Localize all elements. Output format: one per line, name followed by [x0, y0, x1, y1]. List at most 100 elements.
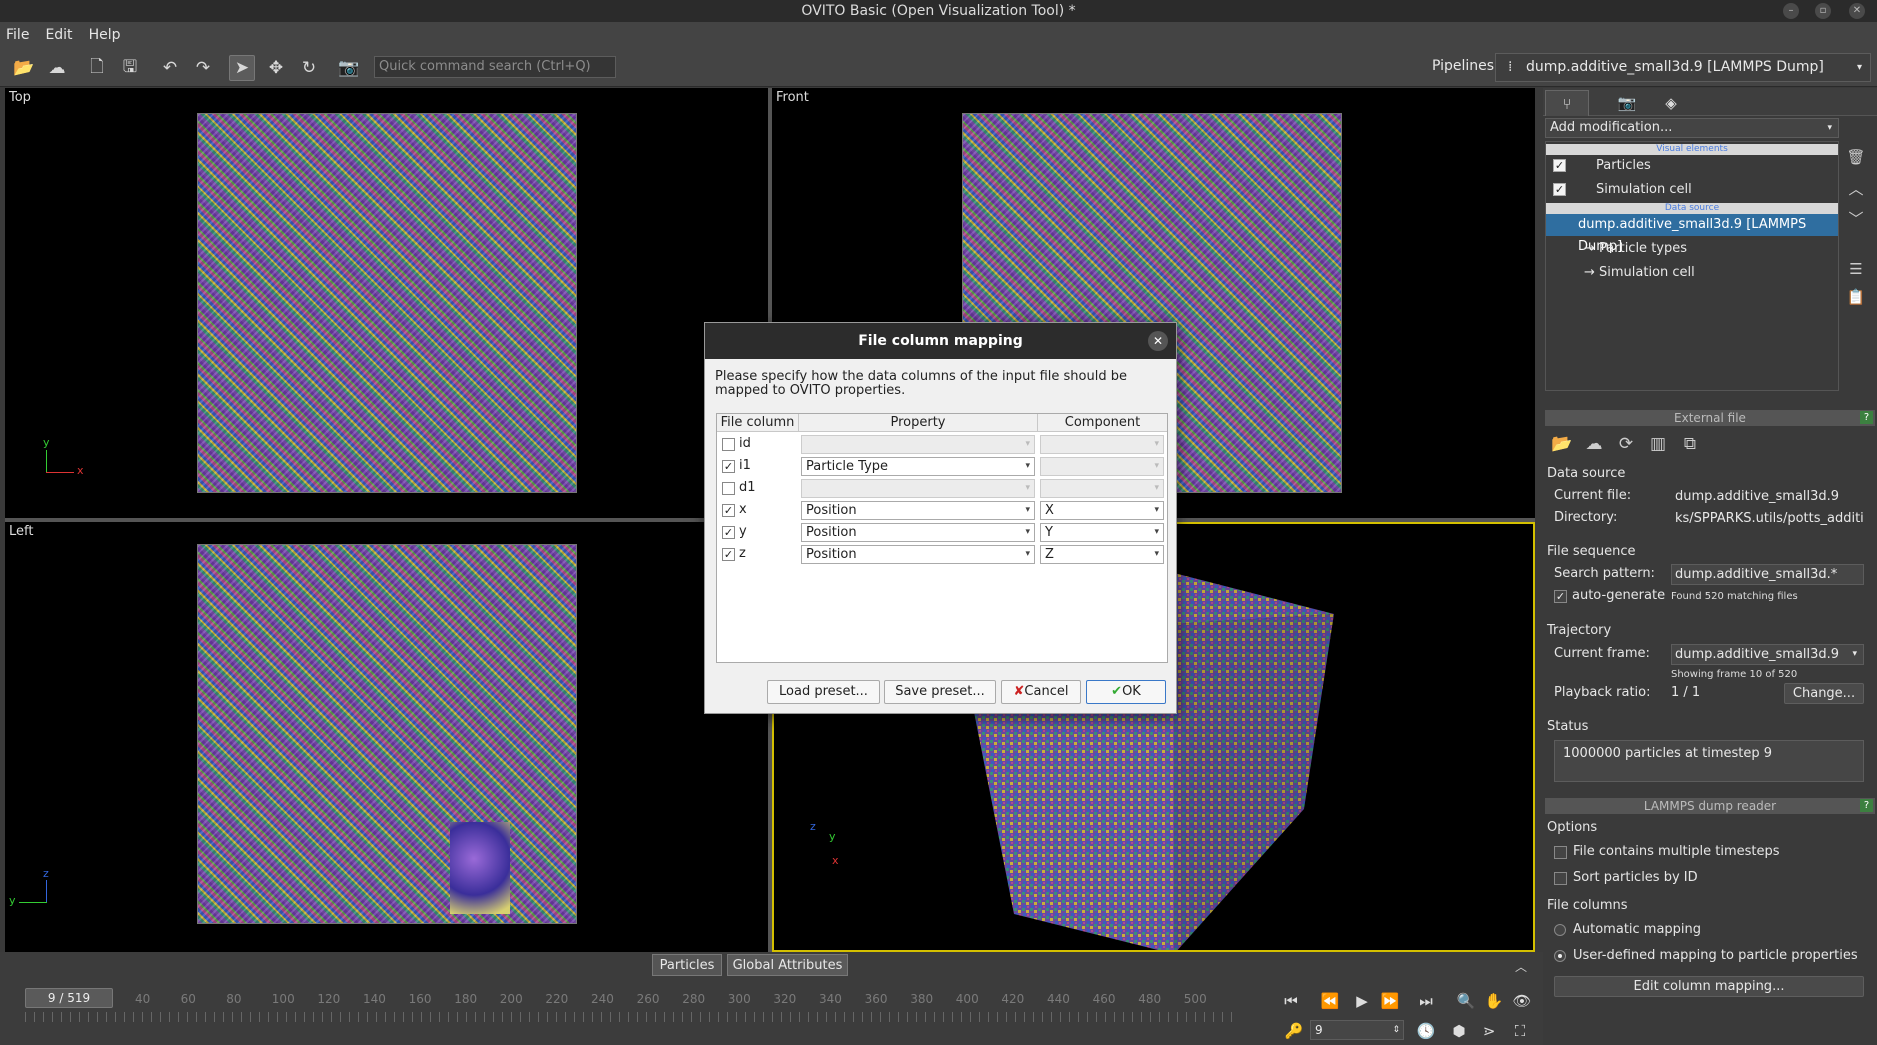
render-tab-icon[interactable]: 📷: [1605, 90, 1649, 116]
menu-edit[interactable]: Edit: [45, 27, 72, 43]
header-component[interactable]: Component: [1038, 414, 1167, 432]
help-icon[interactable]: ?: [1860, 799, 1873, 812]
time-ruler[interactable]: [25, 1012, 1235, 1022]
viewport-label[interactable]: Front: [776, 90, 809, 105]
move-up-icon[interactable]: ︿: [1845, 178, 1867, 200]
move-down-icon[interactable]: ﹀: [1845, 208, 1867, 230]
menu-help[interactable]: Help: [89, 27, 121, 43]
tab-particles[interactable]: Particles: [652, 954, 722, 976]
column-checkbox[interactable]: ✓: [722, 460, 735, 473]
multiple-timesteps-checkbox[interactable]: [1554, 846, 1567, 859]
property-combo[interactable]: Position ▾: [801, 523, 1035, 542]
column-checkbox[interactable]: [722, 438, 735, 451]
clipboard-icon[interactable]: 📋: [1845, 288, 1867, 310]
move-mode-icon[interactable]: ✥: [263, 55, 289, 81]
external-file-rollout-header[interactable]: External file?: [1545, 410, 1875, 426]
minimize-button[interactable]: –: [1783, 3, 1799, 19]
new-session-icon[interactable]: 🗋: [84, 55, 110, 81]
load-remote-icon[interactable]: ☁: [44, 55, 70, 81]
load-preset-button[interactable]: Load preset...: [767, 680, 880, 704]
viewport-top[interactable]: Top y x: [5, 88, 768, 518]
property-combo[interactable]: Particle Type ▾: [801, 457, 1035, 476]
pipeline-item-particle-types[interactable]: → Particle types: [1546, 238, 1838, 260]
animation-key-icon[interactable]: 🔑: [1283, 1020, 1305, 1042]
close-window-button[interactable]: ✕: [1849, 3, 1865, 19]
viewport-left[interactable]: Left z y: [5, 522, 768, 952]
list-icon[interactable]: ☰: [1845, 260, 1867, 282]
help-icon[interactable]: ?: [1860, 411, 1873, 424]
pipeline-item-sub-simulation-cell[interactable]: → Simulation cell: [1546, 262, 1838, 284]
jump-end-icon[interactable]: ⏭: [1415, 990, 1437, 1012]
viewport-label[interactable]: Top: [9, 90, 31, 105]
time-slider-indicator[interactable]: 9 / 519: [25, 988, 113, 1008]
open-file-icon[interactable]: 📂: [11, 55, 37, 81]
save-preset-button[interactable]: Save preset...: [884, 680, 996, 704]
header-file-column[interactable]: File column: [717, 414, 799, 432]
property-combo[interactable]: Position ▾: [801, 545, 1035, 564]
current-frame-select[interactable]: dump.additive_small3d.9 ▾: [1671, 644, 1864, 665]
save-session-icon[interactable]: 🖫: [117, 55, 143, 81]
reload-icon[interactable]: ⟳: [1615, 434, 1637, 456]
layers-tab-icon[interactable]: ◈: [1649, 90, 1693, 116]
edit-column-mapping-button[interactable]: Edit column mapping...: [1554, 976, 1864, 997]
property-combo: ▾: [801, 435, 1035, 454]
quick-command-search[interactable]: Quick command search (Ctrl+Q): [374, 56, 616, 78]
ok-button[interactable]: ✔OK: [1086, 680, 1166, 704]
render-camera-icon[interactable]: 📷: [336, 55, 362, 81]
frame-spinner[interactable]: 9 ⇕: [1310, 1020, 1404, 1040]
column-checkbox[interactable]: [722, 482, 735, 495]
pipeline-item-particles[interactable]: ✓ Particles: [1546, 155, 1838, 177]
dialog-close-button[interactable]: ✕: [1148, 331, 1168, 351]
component-combo[interactable]: X ▾: [1040, 501, 1164, 520]
showing-frame-text: Showing frame 10 of 520: [1671, 669, 1798, 680]
add-modification-select[interactable]: Add modification... ▾: [1545, 118, 1839, 138]
pipeline-item-simulation-cell[interactable]: ✓ Simulation cell: [1546, 179, 1838, 201]
collapse-icon[interactable]: ︿: [1515, 958, 1527, 975]
viewport-label[interactable]: Left: [9, 524, 33, 539]
pick-file-icon[interactable]: 📂: [1551, 434, 1573, 456]
selection-mode-icon[interactable]: ➤: [229, 55, 255, 81]
pipeline-selector[interactable]: ⁞ dump.additive_small3d.9 [LAMMPS Dump] …: [1495, 53, 1871, 82]
fov-icon[interactable]: ⋗: [1478, 1020, 1500, 1042]
animation-settings-icon[interactable]: 🕓: [1415, 1020, 1437, 1042]
zoom-icon[interactable]: 🔍: [1455, 990, 1477, 1012]
property-combo[interactable]: Position ▾: [801, 501, 1035, 520]
zoom-all-icon[interactable]: ⬢: [1448, 1020, 1470, 1042]
pipeline-tab-icon[interactable]: ⑂: [1545, 90, 1589, 116]
maximize-button[interactable]: ▫: [1815, 3, 1831, 19]
play-icon[interactable]: ▶: [1351, 990, 1373, 1012]
auto-generate-checkbox[interactable]: ✓: [1554, 590, 1567, 603]
tab-global-attributes[interactable]: Global Attributes: [727, 954, 848, 976]
lammps-reader-rollout-header[interactable]: LAMMPS dump reader?: [1545, 798, 1875, 814]
user-mapping-radio[interactable]: [1554, 950, 1566, 962]
rotate-mode-icon[interactable]: ↻: [296, 55, 322, 81]
menu-file[interactable]: File: [6, 27, 29, 43]
search-pattern-input[interactable]: dump.additive_small3d.*: [1671, 564, 1864, 585]
redo-icon[interactable]: ↷: [190, 55, 216, 81]
step-forward-icon[interactable]: ⏩: [1379, 990, 1401, 1012]
undo-icon[interactable]: ↶: [157, 55, 183, 81]
frame-range-icon[interactable]: ▥: [1647, 434, 1669, 456]
jump-start-icon[interactable]: ⏮: [1280, 990, 1302, 1012]
column-checkbox[interactable]: ✓: [722, 526, 735, 539]
step-back-icon[interactable]: ⏪: [1319, 990, 1341, 1012]
column-checkbox[interactable]: ✓: [722, 504, 735, 517]
time-tick-label: 100: [271, 992, 295, 1006]
orbit-eye-icon[interactable]: 👁: [1511, 990, 1533, 1012]
column-checkbox[interactable]: ✓: [722, 548, 735, 561]
component-combo[interactable]: Z ▾: [1040, 545, 1164, 564]
maximize-viewport-icon[interactable]: ⛶: [1509, 1020, 1531, 1042]
change-playback-button[interactable]: Change...: [1784, 683, 1864, 704]
pipeline-item-data-source[interactable]: dump.additive_small3d.9 [LAMMPS Dump]: [1546, 214, 1838, 254]
duplicate-icon[interactable]: ⧉: [1679, 434, 1701, 456]
delete-icon[interactable]: 🗑: [1845, 148, 1867, 170]
current-file-value: dump.additive_small3d.9: [1671, 486, 1864, 507]
pan-icon[interactable]: ✋: [1483, 990, 1505, 1012]
component-combo[interactable]: Y ▾: [1040, 523, 1164, 542]
header-property[interactable]: Property: [799, 414, 1038, 432]
automatic-mapping-radio[interactable]: [1554, 924, 1566, 936]
sort-by-id-checkbox[interactable]: [1554, 872, 1567, 885]
pick-remote-icon[interactable]: ☁: [1583, 434, 1605, 456]
cancel-button[interactable]: ✘Cancel: [1001, 680, 1081, 704]
time-tick-label: 200: [499, 992, 523, 1006]
